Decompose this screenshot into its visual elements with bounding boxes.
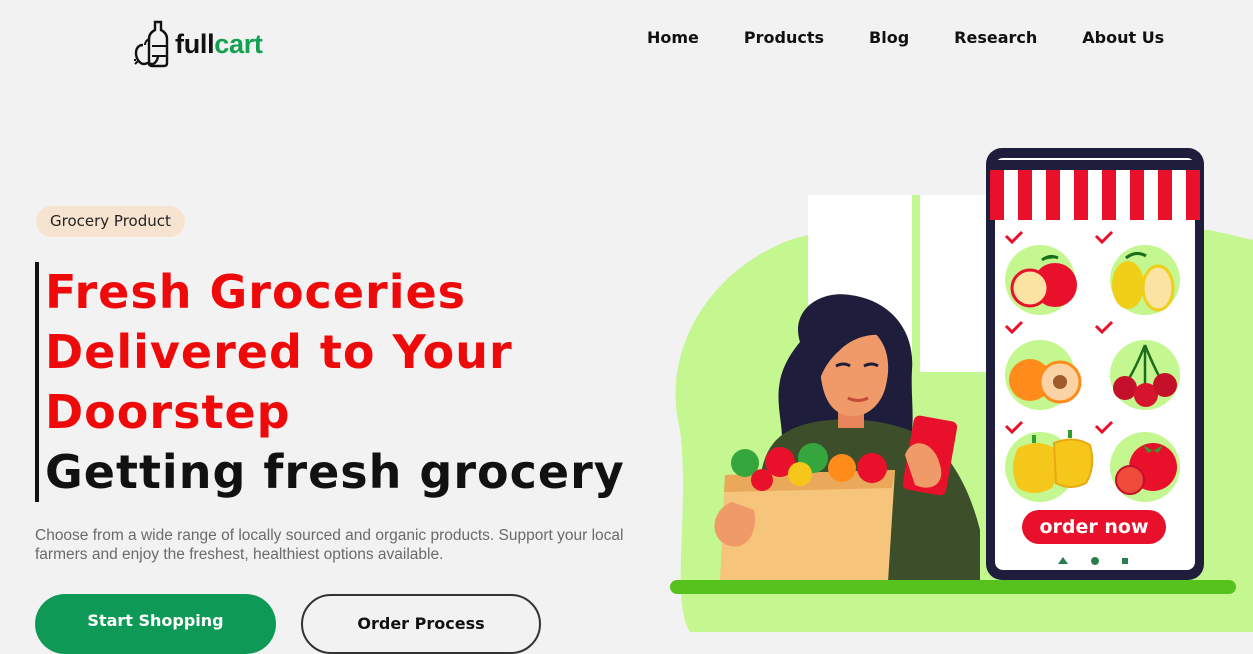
category-badge: Grocery Product xyxy=(36,206,185,237)
brand-logo[interactable]: fullcart xyxy=(134,20,263,68)
shop-awning xyxy=(990,160,1200,220)
headline-line-3: Doorstep xyxy=(45,385,291,439)
phone-illustration: order now xyxy=(986,148,1204,580)
nav-about-us[interactable]: About Us xyxy=(1082,28,1164,48)
start-shopping-button[interactable]: Start Shopping xyxy=(35,594,276,654)
order-now-label: order now xyxy=(1039,516,1148,538)
hero-description: Choose from a wide range of locally sour… xyxy=(35,527,624,563)
headline-line-1: Fresh Groceries xyxy=(45,265,467,319)
brand-name-part1: full xyxy=(175,28,215,59)
nav-research[interactable]: Research xyxy=(954,28,1037,48)
hero-subheadline: Getting fresh grocery xyxy=(45,445,625,499)
nav-blog[interactable]: Blog xyxy=(869,28,909,48)
peach-icon xyxy=(1009,359,1082,404)
grocery-bottle-apple-icon xyxy=(134,20,169,68)
brand-name-part2: cart xyxy=(214,28,263,59)
floor-line xyxy=(670,580,1236,594)
nav-products[interactable]: Products xyxy=(744,28,824,48)
grocery-bag xyxy=(714,443,895,582)
headline-line-2: Delivered to Your xyxy=(45,325,513,379)
nav-home[interactable]: Home xyxy=(647,28,699,48)
order-now-button[interactable]: order now xyxy=(1022,510,1166,544)
hero-headline: Fresh Groceries Delivered to Your Doorst… xyxy=(35,262,625,502)
hero-illustration: order now xyxy=(670,148,1253,632)
order-process-button[interactable]: Order Process xyxy=(301,594,541,654)
main-nav: Home Products Blog Research About Us xyxy=(647,28,1164,48)
brand-name: fullcart xyxy=(175,29,263,60)
